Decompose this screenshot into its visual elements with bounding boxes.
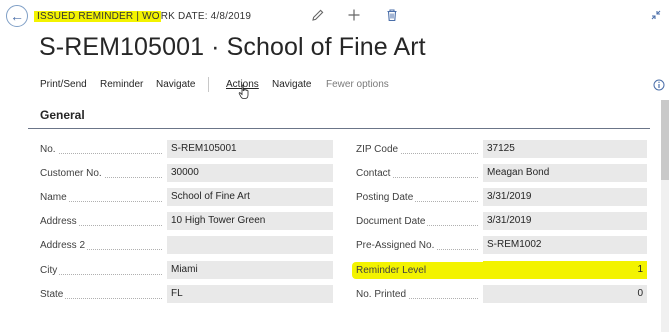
action-fewer-options[interactable]: Fewer options xyxy=(326,79,389,90)
scrollbar-thumb[interactable] xyxy=(661,100,669,180)
field-label: Contact xyxy=(356,168,393,179)
field-leader xyxy=(40,153,162,154)
field-label: Customer No. xyxy=(40,168,104,179)
field-posting-date: Posting Date 3/31/2019 xyxy=(356,188,656,208)
field-city: City Miami xyxy=(40,261,340,281)
field-value-contact[interactable]: Meagan Bond xyxy=(483,164,647,182)
field-label: Name xyxy=(40,192,69,203)
field-value-address[interactable]: 10 High Tower Green xyxy=(167,212,333,230)
action-separator xyxy=(208,77,209,92)
back-button[interactable]: ← xyxy=(6,5,28,27)
page-title: S-REM105001 · School of Fine Art xyxy=(39,33,426,61)
field-pre-assigned-no: Pre-Assigned No. S-REM1002 xyxy=(356,236,656,256)
collapse-icon[interactable] xyxy=(650,9,662,21)
field-label: Posting Date xyxy=(356,192,416,203)
field-value-address-2[interactable] xyxy=(167,236,333,254)
field-no: No. S-REM105001 xyxy=(40,140,340,160)
field-value-pre-assigned-no[interactable]: S-REM1002 xyxy=(483,236,647,254)
plus-icon[interactable] xyxy=(347,8,361,22)
page-caption-rest: RK DATE: 4/8/2019 xyxy=(160,10,252,22)
field-customer-no: Customer No. 30000 xyxy=(40,164,340,184)
pencil-icon[interactable] xyxy=(311,8,325,22)
trash-icon[interactable] xyxy=(385,8,399,22)
field-label: State xyxy=(40,289,66,300)
field-no-printed: No. Printed 0 xyxy=(356,285,656,305)
hand-cursor-icon xyxy=(238,84,249,99)
field-value-name[interactable]: School of Fine Art xyxy=(167,188,333,206)
field-label: No. Printed xyxy=(356,289,409,300)
field-value-no-printed[interactable]: 0 xyxy=(483,285,647,303)
field-label: City xyxy=(40,265,60,276)
field-value-customer-no[interactable]: 30000 xyxy=(167,164,333,182)
field-reminder-level: Reminder Level 1 xyxy=(356,261,656,281)
action-navigate[interactable]: Navigate xyxy=(156,79,195,90)
field-value-reminder-level[interactable]: 1 xyxy=(483,261,647,279)
section-title-general[interactable]: General xyxy=(40,108,85,122)
page-caption-highlighted: ISSUED REMINDER | WO xyxy=(34,10,161,22)
field-label: Address xyxy=(40,216,79,227)
action-bar: Print/Send Reminder Navigate Actions Nav… xyxy=(0,75,672,95)
field-value-state[interactable]: FL xyxy=(167,285,333,303)
field-state: State FL xyxy=(40,285,340,305)
field-contact: Contact Meagan Bond xyxy=(356,164,656,184)
field-document-date: Document Date 3/31/2019 xyxy=(356,212,656,232)
field-value-city[interactable]: Miami xyxy=(167,261,333,279)
page-caption: ISSUED REMINDER | WO RK DATE: 4/8/2019 xyxy=(34,9,251,23)
field-label: No. xyxy=(40,144,58,155)
field-label: Document Date xyxy=(356,216,428,227)
field-label: ZIP Code xyxy=(356,144,401,155)
section-divider xyxy=(28,128,650,129)
field-value-no[interactable]: S-REM105001 xyxy=(167,140,333,158)
action-print-send[interactable]: Print/Send xyxy=(40,79,87,90)
info-icon[interactable] xyxy=(653,79,665,91)
field-address: Address 10 High Tower Green xyxy=(40,212,340,232)
field-label: Reminder Level xyxy=(356,265,429,276)
action-reminder[interactable]: Reminder xyxy=(100,79,143,90)
back-arrow-icon: ← xyxy=(10,8,24,24)
field-name: Name School of Fine Art xyxy=(40,188,340,208)
field-address-2: Address 2 xyxy=(40,236,340,256)
field-value-posting-date[interactable]: 3/31/2019 xyxy=(483,188,647,206)
field-zip-code: ZIP Code 37125 xyxy=(356,140,656,160)
field-label: Pre-Assigned No. xyxy=(356,240,437,251)
field-label: Address 2 xyxy=(40,240,88,251)
field-value-document-date[interactable]: 3/31/2019 xyxy=(483,212,647,230)
action-navigate-2[interactable]: Navigate xyxy=(272,79,311,90)
field-value-zip-code[interactable]: 37125 xyxy=(483,140,647,158)
